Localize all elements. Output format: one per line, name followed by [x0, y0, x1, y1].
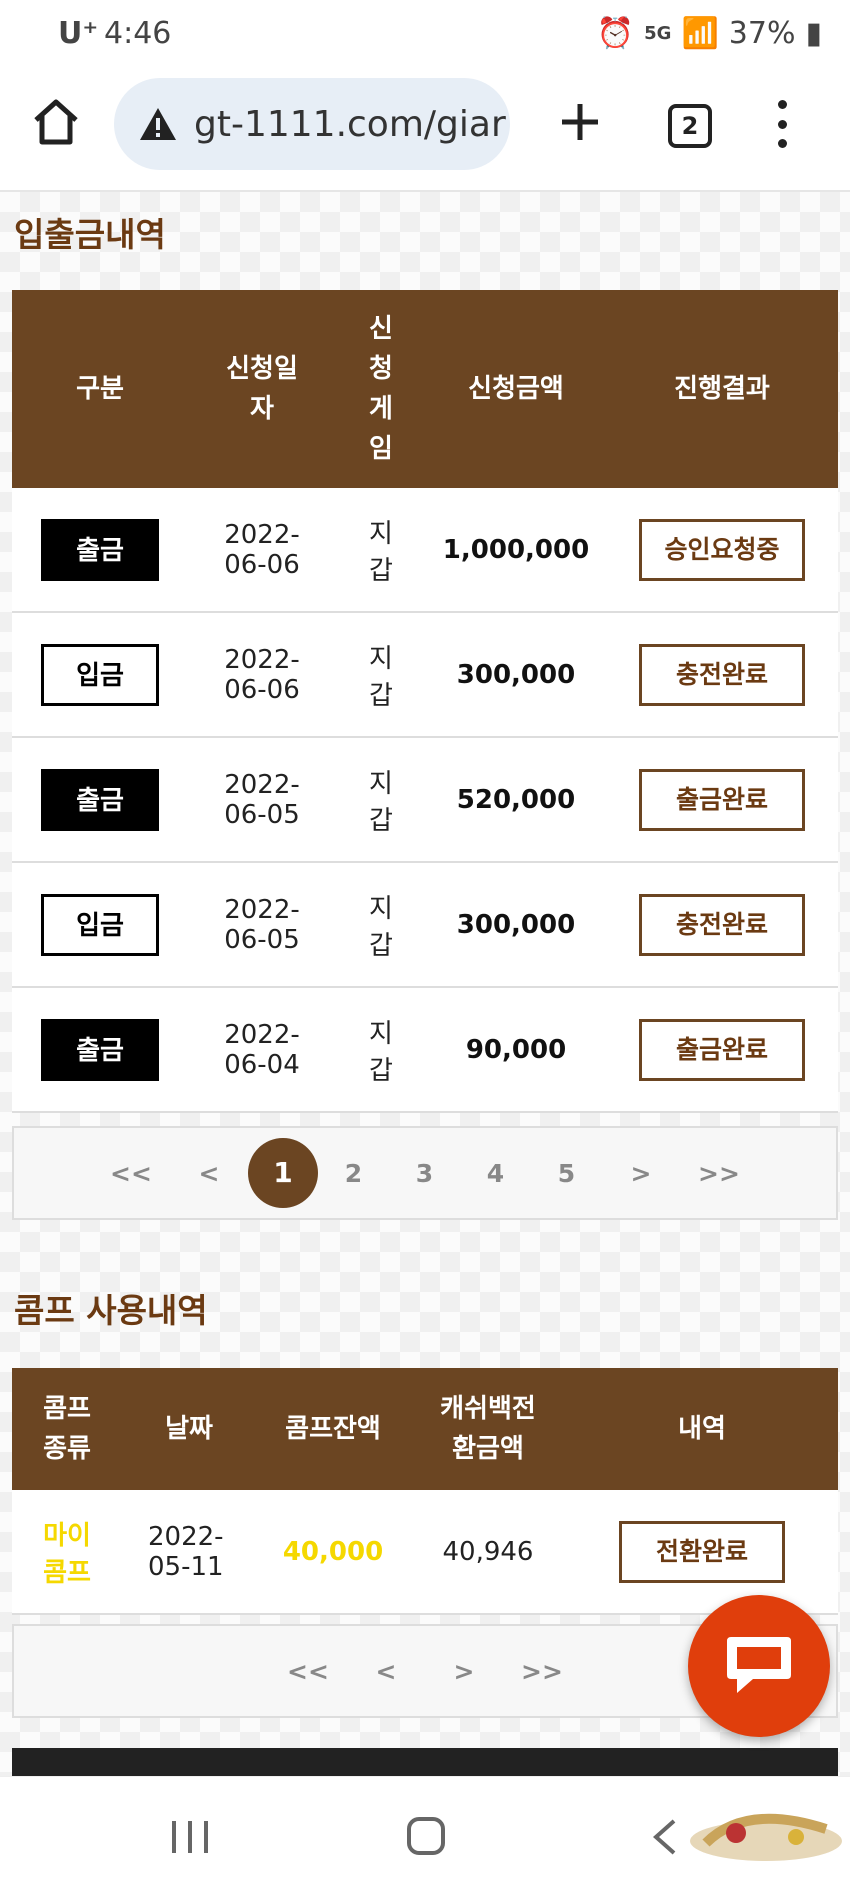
status-icons: ⏰ 5G 📶 37% ▮: [597, 16, 822, 51]
battery-icon: ▮: [805, 16, 822, 51]
network-label: 5G: [644, 23, 672, 44]
page-next-button[interactable]: >: [602, 1159, 680, 1188]
deposit-row: 입금 2022- 06-06 지 갑 300,000 충전완료: [12, 613, 838, 738]
comp-table: 콤프 종류 날짜 콤프잔액 캐쉬백전 환금액 내역 마이 콤프 2022- 05…: [12, 1368, 838, 1615]
battery-label: 37%: [728, 16, 796, 51]
header-detail: 내역: [678, 1414, 726, 1444]
deposit-row: 출금 2022- 06-04 지 갑 90,000 출금완료: [12, 988, 838, 1113]
result-button[interactable]: 출금완료: [639, 768, 805, 831]
request-game: 지 갑: [369, 893, 393, 961]
status-bar: U⁺ 4:46 ⏰ 5G 📶 37% ▮: [0, 0, 850, 70]
header-comp-date: 날짜: [165, 1414, 213, 1444]
header-comp-balance: 콤프잔액: [285, 1414, 381, 1444]
page-2-button[interactable]: 2: [318, 1159, 389, 1188]
comp-page-next-button[interactable]: >: [425, 1657, 503, 1686]
live-chat-button[interactable]: [688, 1595, 830, 1737]
url-bar[interactable]: gt-1111.com/giar: [114, 78, 510, 170]
recents-icon[interactable]: [172, 1821, 208, 1853]
deposit-table: 구분 신청일 자 신 청 게 임 신청금액 진행결과 출금 2022- 06-06…: [12, 290, 838, 1113]
alarm-icon: ⏰: [596, 16, 635, 51]
request-date: 2022- 06-06: [224, 519, 300, 580]
comp-date: 2022- 05-11: [148, 1521, 224, 1582]
comp-cashback: 40,946: [442, 1536, 534, 1567]
page-1-button[interactable]: 1: [248, 1138, 318, 1208]
request-date: 2022- 06-05: [224, 894, 300, 955]
comp-page-first-button[interactable]: <<: [269, 1657, 347, 1686]
request-amount: 520,000: [456, 784, 576, 815]
comp-detail-button[interactable]: 전환완료: [619, 1520, 785, 1583]
site-logo-icon: [690, 1813, 842, 1861]
tab-switcher-button[interactable]: 2: [668, 104, 712, 148]
header-type: 구분: [76, 374, 124, 404]
page-3-button[interactable]: 3: [389, 1159, 460, 1188]
chat-bubble-icon: [727, 1637, 791, 1693]
deposit-pagination: << < 1 2 3 4 5 > >>: [12, 1126, 838, 1220]
type-badge: 입금: [41, 643, 159, 706]
request-game: 지 갑: [369, 1018, 393, 1086]
result-button[interactable]: 승인요청중: [639, 518, 805, 581]
deposit-table-header: 구분 신청일 자 신 청 게 임 신청금액 진행결과: [12, 290, 838, 488]
request-amount: 1,000,000: [442, 534, 590, 565]
header-result: 진행결과: [674, 374, 770, 404]
page-prev-button[interactable]: <: [170, 1159, 248, 1188]
request-date: 2022- 06-04: [224, 1019, 300, 1080]
deposit-row: 입금 2022- 06-05 지 갑 300,000 충전완료: [12, 863, 838, 988]
comp-page-prev-button[interactable]: <: [347, 1657, 425, 1686]
page-last-button[interactable]: >>: [680, 1159, 758, 1188]
header-amount: 신청금액: [468, 374, 564, 404]
system-home-icon[interactable]: [407, 1817, 445, 1855]
signal-icon: 📶: [681, 16, 719, 51]
url-text: gt-1111.com/giar: [194, 103, 506, 145]
request-amount: 300,000: [456, 909, 576, 940]
clock: 4:46: [104, 16, 172, 51]
request-amount: 90,000: [465, 1034, 567, 1065]
type-badge: 출금: [41, 518, 159, 581]
request-date: 2022- 06-05: [224, 769, 300, 830]
page-4-button[interactable]: 4: [460, 1159, 531, 1188]
browser-toolbar: gt-1111.com/giar 2: [0, 70, 850, 192]
deposit-row: 출금 2022- 06-06 지 갑 1,000,000 승인요청중: [12, 488, 838, 613]
comp-row: 마이 콤프 2022- 05-11 40,000 40,946 전환완료: [12, 1490, 838, 1615]
carrier-label: U⁺: [58, 16, 99, 51]
header-date: 신청일 자: [226, 354, 298, 424]
request-game: 지 갑: [369, 643, 393, 711]
header-game: 신 청 게 임: [369, 314, 393, 464]
home-icon[interactable]: [30, 96, 82, 148]
more-menu-icon[interactable]: [770, 100, 794, 148]
request-game: 지 갑: [369, 518, 393, 586]
comp-history-title: 콤프 사용내역: [14, 1291, 208, 1330]
type-badge: 출금: [41, 1018, 159, 1081]
comp-balance: 40,000: [282, 1536, 384, 1567]
page-5-button[interactable]: 5: [531, 1159, 602, 1188]
result-button[interactable]: 충전완료: [639, 643, 805, 706]
result-button[interactable]: 출금완료: [639, 1018, 805, 1081]
footer-strip: [12, 1748, 838, 1776]
header-cashback: 캐쉬백전 환금액: [440, 1394, 536, 1464]
request-date: 2022- 06-06: [224, 644, 300, 705]
request-amount: 300,000: [456, 659, 576, 690]
result-button[interactable]: 충전완료: [639, 893, 805, 956]
new-tab-icon[interactable]: [556, 98, 604, 146]
warning-icon: [140, 108, 176, 140]
comp-page-last-button[interactable]: >>: [503, 1657, 581, 1686]
deposit-history-title: 입출금내역: [14, 215, 166, 254]
header-comp-kind: 콤프 종류: [43, 1394, 91, 1464]
request-game: 지 갑: [369, 768, 393, 836]
comp-table-header: 콤프 종류 날짜 콤프잔액 캐쉬백전 환금액 내역: [12, 1368, 838, 1490]
back-icon[interactable]: [652, 1819, 678, 1855]
comp-kind: 마이 콤프: [43, 1520, 91, 1588]
type-badge: 입금: [41, 893, 159, 956]
type-badge: 출금: [41, 768, 159, 831]
deposit-row: 출금 2022- 06-05 지 갑 520,000 출금완료: [12, 738, 838, 863]
system-nav-bar: [0, 1776, 850, 1889]
page-content: 입출금내역 구분 신청일 자 신 청 게 임 신청금액 진행결과 출금 2022-…: [0, 192, 850, 1776]
page-first-button[interactable]: <<: [92, 1159, 170, 1188]
